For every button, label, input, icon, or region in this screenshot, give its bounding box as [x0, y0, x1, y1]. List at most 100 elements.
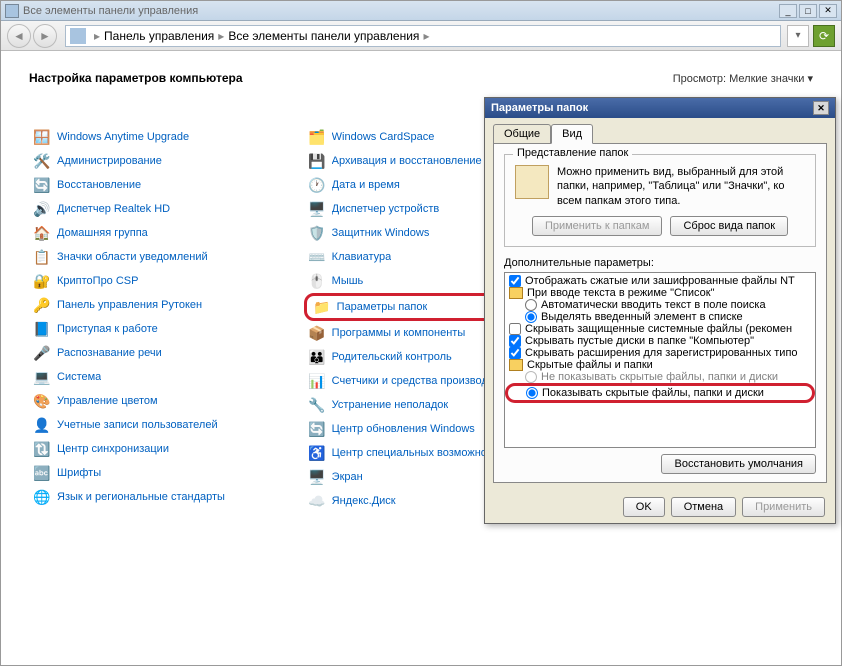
advanced-label: Дополнительные параметры:: [504, 257, 816, 269]
cp-item-label: Мышь: [332, 275, 364, 287]
cp-item[interactable]: 🎨Управление цветом: [29, 389, 264, 413]
tree-radio[interactable]: [525, 311, 537, 323]
apply-button[interactable]: Применить: [742, 497, 825, 517]
cp-item[interactable]: 🏠 Домашняя группа: [29, 221, 264, 245]
folder-icon: [509, 287, 523, 299]
chevron-down-icon[interactable]: ▾: [807, 73, 813, 85]
restore-defaults-button[interactable]: Восстановить умолчания: [661, 454, 816, 474]
tree-item[interactable]: Скрывать пустые диски в папке "Компьютер…: [507, 335, 813, 347]
advanced-settings-tree[interactable]: Отображать сжатые или зашифрованные файл…: [504, 272, 816, 448]
tree-radio[interactable]: [525, 371, 537, 383]
cp-item-label: Центр обновления Windows: [332, 423, 475, 435]
cp-item-icon: 🖱️: [308, 272, 326, 290]
tree-radio[interactable]: [526, 387, 538, 399]
dialog-close-button[interactable]: ✕: [813, 101, 829, 115]
tree-checkbox[interactable]: [509, 335, 521, 347]
cp-item-icon: 📋: [33, 248, 51, 266]
cp-item-label: Счетчики и средства производите: [332, 375, 505, 387]
cp-item[interactable]: 💻Система: [29, 365, 264, 389]
cp-item-label: Родительский контроль: [332, 351, 452, 363]
cp-item-icon: 📊: [308, 372, 326, 390]
folder-views-icon: [515, 165, 549, 199]
tree-item[interactable]: Автоматически вводить текст в поле поиск…: [507, 299, 813, 311]
folder-icon: [509, 359, 523, 371]
tab-general[interactable]: Общие: [493, 124, 551, 143]
cp-item[interactable]: 🔑Панель управления Рутокен: [29, 293, 264, 317]
group-title: Представление папок: [513, 147, 632, 159]
tree-item-label: Скрытые файлы и папки: [527, 359, 653, 371]
tree-checkbox[interactable]: [509, 347, 521, 359]
breadcrumb[interactable]: ▸ Панель управления ▸ Все элементы панел…: [65, 25, 781, 47]
view-label: Просмотр:: [673, 73, 726, 85]
window-title: Все элементы панели управления: [23, 5, 779, 17]
dialog-button-bar: OK Отмена Применить: [485, 491, 835, 523]
cp-item[interactable]: 👤Учетные записи пользователей: [29, 413, 264, 437]
tab-view[interactable]: Вид: [551, 124, 593, 144]
tree-radio[interactable]: [525, 299, 537, 311]
cp-item-icon: ⌨️: [308, 248, 326, 266]
tree-item[interactable]: Показывать скрытые файлы, папки и диски: [505, 383, 815, 403]
apply-to-folders-button[interactable]: Применить к папкам: [532, 216, 663, 236]
dialog-title: Параметры папок: [491, 102, 588, 114]
cp-item-label: Диспетчер устройств: [332, 203, 440, 215]
cp-item-label: Язык и региональные стандарты: [57, 491, 225, 503]
cp-item-label: Распознавание речи: [57, 347, 162, 359]
tree-item[interactable]: Не показывать скрытые файлы, папки и дис…: [507, 371, 813, 383]
cp-item-icon: 🔊: [33, 200, 51, 218]
reset-folders-button[interactable]: Сброс вида папок: [670, 216, 788, 236]
cp-item-icon: 🔧: [308, 396, 326, 414]
cp-item-label: Домашняя группа: [57, 227, 148, 239]
cp-item[interactable]: 🔊Диспетчер Realtek HD: [29, 197, 264, 221]
cp-item-label: Учетные записи пользователей: [57, 419, 218, 431]
cp-item-label: Центр синхронизации: [57, 443, 169, 455]
dialog-body: Представление папок Можно применить вид,…: [493, 143, 827, 483]
cp-item[interactable]: 🔐КриптоПро CSP: [29, 269, 264, 293]
cp-item-icon: 🏠: [33, 224, 51, 242]
tree-item-label: Выделять введенный элемент в списке: [541, 311, 743, 323]
back-button[interactable]: ◄: [7, 24, 31, 48]
tree-item[interactable]: Скрытые файлы и папки: [507, 359, 813, 371]
cp-item-icon: 🔃: [33, 440, 51, 458]
cp-item[interactable]: 🔃 Центр синхронизации: [29, 437, 264, 461]
view-value[interactable]: Мелкие значки: [729, 73, 804, 85]
breadcrumb-item-1[interactable]: Панель управления: [104, 29, 214, 43]
maximize-button[interactable]: □: [799, 4, 817, 18]
ok-button[interactable]: OK: [623, 497, 665, 517]
minimize-button[interactable]: _: [779, 4, 797, 18]
tree-item-label: Скрывать пустые диски в папке "Компьютер…: [525, 335, 754, 347]
app-icon: [5, 4, 19, 18]
cp-item-label: Экран: [332, 471, 363, 483]
tree-item[interactable]: Скрывать защищенные системные файлы (рек…: [507, 323, 813, 335]
page-title: Настройка параметров компьютера: [29, 71, 243, 85]
cp-item-label: Программы и компоненты: [332, 327, 466, 339]
cp-item[interactable]: 📋Значки области уведомлений: [29, 245, 264, 269]
forward-button[interactable]: ►: [33, 24, 57, 48]
cp-item-icon: 🔑: [33, 296, 51, 314]
tree-item[interactable]: Выделять введенный элемент в списке: [507, 311, 813, 323]
tree-item-label: Автоматически вводить текст в поле поиск…: [541, 299, 766, 311]
cp-item[interactable]: 📘Приступая к работе: [29, 317, 264, 341]
cancel-button[interactable]: Отмена: [671, 497, 736, 517]
cp-item-icon: 📁: [313, 298, 331, 316]
tree-item[interactable]: Отображать сжатые или зашифрованные файл…: [507, 275, 813, 287]
cp-item-label: Защитник Windows: [332, 227, 430, 239]
tree-checkbox[interactable]: [509, 275, 521, 287]
tree-checkbox[interactable]: [509, 323, 521, 335]
dialog-titlebar: Параметры папок ✕: [485, 98, 835, 118]
breadcrumb-sep: ▸: [423, 29, 429, 43]
cp-item[interactable]: 🛠️Администрирование: [29, 149, 264, 173]
cp-item[interactable]: 🪟Windows Anytime Upgrade: [29, 125, 264, 149]
cp-item-icon: 🪟: [33, 128, 51, 146]
cp-item[interactable]: 🔤Шрифты: [29, 461, 264, 485]
refresh-button[interactable]: ⟳: [813, 25, 835, 47]
tree-item[interactable]: При вводе текста в режиме "Список": [507, 287, 813, 299]
cp-item[interactable]: 🔄Восстановление: [29, 173, 264, 197]
cp-item[interactable]: 🌐Язык и региональные стандарты: [29, 485, 264, 509]
close-button[interactable]: ✕: [819, 4, 837, 18]
view-by: Просмотр: Мелкие значки ▾: [673, 72, 813, 85]
breadcrumb-dropdown[interactable]: ▾: [787, 25, 809, 47]
cp-item[interactable]: 🎤Распознавание речи: [29, 341, 264, 365]
cp-item-label: Приступая к работе: [57, 323, 158, 335]
breadcrumb-item-2[interactable]: Все элементы панели управления: [228, 29, 419, 43]
tree-item[interactable]: Скрывать расширения для зарегистрированн…: [507, 347, 813, 359]
